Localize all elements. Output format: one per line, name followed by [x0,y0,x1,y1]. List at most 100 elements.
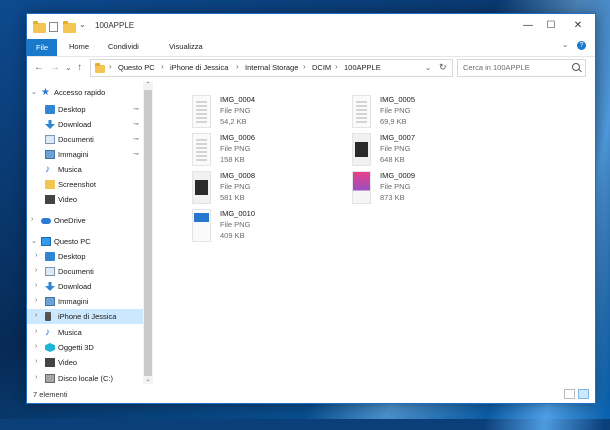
sidebar-item-immagini[interactable]: › Immagini [27,294,143,309]
tiles-view-button[interactable] [578,389,589,399]
chevron-right-icon[interactable]: › [35,297,37,304]
search-box[interactable]: Cerca in 100APPLE [457,59,586,77]
sidebar-item-label: Disco locale (C:) [58,374,114,383]
tab-file[interactable]: File [27,39,57,56]
file-item[interactable]: IMG_0008 File PNG 581 KB [192,171,342,207]
address-bar[interactable]: › Questo PC › iPhone di Jessica › Intern… [90,59,453,77]
refresh-button[interactable]: ↻ [439,62,447,73]
sidebar-item-questo-pc[interactable]: ⌄ Questo PC [27,234,143,249]
chevron-right-icon[interactable]: › [35,312,37,319]
folder-icon [33,21,46,33]
details-view-button[interactable] [564,389,575,399]
sidebar-item-label: Download [58,282,92,291]
sidebar-item-video[interactable]: › Video [27,355,143,370]
recent-locations-button[interactable]: ⌄ [65,63,72,72]
explorer-window: ⌄ 100APPLE — ☐ ✕ File Home Condividi Vis… [26,13,596,404]
file-item[interactable]: IMG_0005 File PNG 69,9 KB [352,95,502,131]
scroll-up-arrow[interactable]: ⌃ [144,82,152,89]
sidebar-item-label: Video [58,358,78,367]
sidebar-item-musica[interactable]: › ♪ Musica [27,325,143,340]
sidebar-item-accesso-rapido[interactable]: ⌄ ★ Accesso rapido [27,85,143,100]
file-item[interactable]: IMG_0004 File PNG 54,2 KB [192,95,342,131]
file-item[interactable]: IMG_0009 File PNG 873 KB [352,171,502,207]
sidebar-item-download[interactable]: › Download [27,279,143,294]
local-disk-icon [45,374,55,383]
expand-ribbon-icon[interactable]: ⌄ [562,40,568,49]
search-input[interactable]: Cerca in 100APPLE [463,63,530,72]
file-type: File PNG [380,182,411,191]
file-type: File PNG [220,220,251,229]
file-item[interactable]: IMG_0007 File PNG 648 KB [352,133,502,169]
sidebar-item-download[interactable]: Download ⊸ [27,117,143,132]
sidebar-item-oggetti-3d[interactable]: › Oggetti 3D [27,340,143,355]
chevron-right-icon[interactable]: › [35,374,37,381]
minimize-button[interactable]: — [517,17,539,34]
sidebar-item-screenshot[interactable]: Screenshot [27,177,143,192]
breadcrumb-dcim[interactable]: DCIM [312,63,331,72]
folder-icon [45,180,55,189]
new-folder-icon[interactable] [63,21,76,33]
image-thumbnail [352,133,371,166]
breadcrumb-separator: › [236,62,239,71]
breadcrumb-iphone[interactable]: iPhone di Jessica [170,63,228,72]
sidebar-item-desktop[interactable]: Desktop ⊸ [27,102,143,117]
sidebar-item-label: Desktop [58,105,86,114]
documents-icon [45,135,55,144]
sidebar-item-musica[interactable]: ♪ Musica [27,162,143,177]
sidebar-item-documenti[interactable]: Documenti ⊸ [27,132,143,147]
sidebar-item-disco-locale-c[interactable]: › Disco locale (C:) [27,371,143,386]
forward-button[interactable]: → [50,62,60,73]
video-icon [45,195,55,204]
pictures-icon [45,150,55,159]
ribbon-tabs: File Home Condividi Visualizza ⌄ ? [27,39,595,57]
chevron-right-icon[interactable]: › [35,267,37,274]
chevron-down-icon[interactable]: ⌄ [31,237,37,245]
sidebar-item-documenti[interactable]: › Documenti [27,264,143,279]
scroll-down-arrow[interactable]: ⌄ [144,377,152,384]
chevron-right-icon[interactable]: › [35,358,37,365]
image-thumbnail [192,133,211,166]
sidebar-item-label: Questo PC [54,237,91,246]
sidebar-scrollbar[interactable]: ⌃ ⌄ [143,82,153,384]
scrollbar-thumb[interactable] [144,90,152,376]
sidebar-item-onedrive[interactable]: › OneDrive [27,213,143,228]
quick-access-dropdown-icon[interactable]: ⌄ [79,20,86,31]
file-item[interactable]: IMG_0006 File PNG 158 KB [192,133,342,169]
up-button[interactable]: ↑ [77,62,82,73]
documents-icon [45,267,55,276]
chevron-down-icon[interactable]: ⌄ [31,88,37,96]
music-icon: ♪ [45,327,50,338]
file-name: IMG_0004 [220,95,256,104]
sidebar-item-immagini[interactable]: Immagini ⊸ [27,147,143,162]
sidebar-item-video[interactable]: Video [27,192,143,207]
breadcrumb-current[interactable]: 100APPLE [344,63,381,72]
this-pc-icon [41,237,51,246]
image-thumbnail [352,95,371,128]
item-count: 7 elementi [33,390,68,399]
file-size: 409 KB [220,231,245,240]
file-type: File PNG [380,144,411,153]
chevron-right-icon[interactable]: › [31,216,33,223]
sidebar-item-iphone-di-jessica[interactable]: › iPhone di Jessica [27,309,143,324]
file-item[interactable]: IMG_0010 File PNG 409 KB [192,209,342,245]
back-button[interactable]: ← [34,62,44,73]
breadcrumb-separator: › [109,62,112,71]
pin-icon: ⊸ [133,136,139,143]
chevron-right-icon[interactable]: › [35,328,37,335]
help-icon[interactable]: ? [577,41,586,50]
tab-view[interactable]: Visualizza [169,42,203,51]
tab-home[interactable]: Home [69,42,89,51]
maximize-button[interactable]: ☐ [540,17,562,34]
address-dropdown-icon[interactable]: ⌄ [425,63,431,72]
properties-icon[interactable] [49,22,58,32]
chevron-right-icon[interactable]: › [35,282,37,289]
chevron-right-icon[interactable]: › [35,343,37,350]
close-button[interactable]: ✕ [567,17,589,34]
file-name: IMG_0005 [380,95,416,104]
breadcrumb-this-pc[interactable]: Questo PC [118,63,155,72]
tab-share[interactable]: Condividi [108,42,139,51]
file-type: File PNG [220,182,251,191]
sidebar-item-desktop[interactable]: › Desktop [27,249,143,264]
breadcrumb-internal-storage[interactable]: Internal Storage [245,63,298,72]
chevron-right-icon[interactable]: › [35,252,37,259]
